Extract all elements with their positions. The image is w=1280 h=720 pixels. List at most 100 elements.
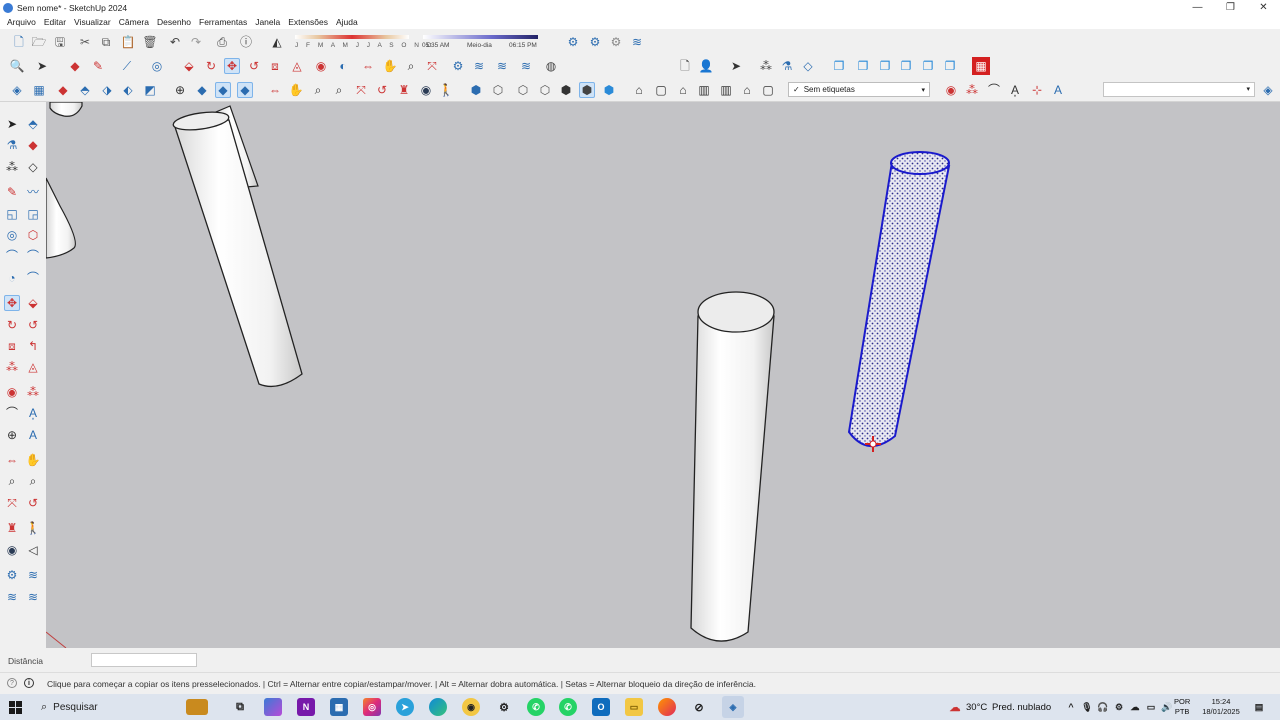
move-tool-icon[interactable]: ✥ xyxy=(4,295,20,311)
look-around-tool-icon[interactable]: ◉ xyxy=(4,542,20,558)
select-icon[interactable]: ➤ xyxy=(34,58,50,74)
geolocation-icon[interactable]: ? xyxy=(7,678,17,688)
layers-icon[interactable]: ≋ xyxy=(629,34,645,50)
layers-2-icon[interactable]: ≋ xyxy=(471,58,487,74)
time-slider[interactable] xyxy=(423,35,538,39)
followme-tool-icon[interactable]: ↺ xyxy=(25,317,41,333)
user-icon[interactable]: 👤 xyxy=(698,58,714,74)
language-indicator[interactable]: POR PTB xyxy=(1174,697,1190,717)
share-model-icon[interactable]: ⚙ xyxy=(608,34,624,50)
iso-view-icon[interactable]: ◈ xyxy=(9,82,25,98)
tray-5-icon[interactable]: ❐ xyxy=(920,58,936,74)
hidden-line-icon[interactable]: ⬡ xyxy=(537,82,553,98)
section-plane-icon[interactable]: ◁ xyxy=(25,542,41,558)
eraser-2-icon[interactable]: ◇ xyxy=(800,58,816,74)
pie-icon[interactable]: ◔ xyxy=(4,270,20,286)
text-icon[interactable]: A͎ xyxy=(1007,82,1023,98)
style-icon[interactable]: ◈ xyxy=(1260,82,1276,98)
shadow-settings[interactable]: J F M A M J J A S O N D 05:35 AM Meio-di… xyxy=(293,33,543,51)
section-fill-icon[interactable]: ◆ xyxy=(215,82,231,98)
menu-visualizar[interactable]: Visualizar xyxy=(70,17,115,27)
profile-icon[interactable]: ◍ xyxy=(543,58,559,74)
walk-tool-icon[interactable]: 🚶 xyxy=(25,520,41,536)
telegram-icon[interactable]: ➤ xyxy=(396,698,414,716)
open-icon[interactable]: 🗁 xyxy=(31,34,47,50)
cylinder-partial-top[interactable] xyxy=(49,102,83,117)
line-tool-icon[interactable]: ✎ xyxy=(4,184,20,200)
scale-icon[interactable]: ⧈ xyxy=(267,58,283,74)
copilot-icon[interactable] xyxy=(264,698,282,716)
top-house-icon[interactable]: ▢ xyxy=(653,82,669,98)
zoom-extents-tool-icon[interactable]: ⤧ xyxy=(4,495,20,511)
tray-4-icon[interactable]: ❐ xyxy=(898,58,914,74)
zoom-extents-icon[interactable]: ⤧ xyxy=(424,58,440,74)
orbit-2-icon[interactable]: ⇔ xyxy=(267,82,283,98)
edge-icon[interactable] xyxy=(429,698,447,716)
info-icon[interactable]: i xyxy=(24,678,34,688)
orbit-tool-icon[interactable]: ⊕ xyxy=(4,427,20,443)
back-house-icon[interactable]: ▥ xyxy=(718,82,734,98)
tag-selector[interactable]: ✓ Sem etiquetas ▾ xyxy=(788,82,930,97)
warehouse-tool-icon[interactable]: ⚙ xyxy=(4,567,20,583)
layout-tool-icon[interactable]: ≋ xyxy=(25,589,41,605)
warehouse-icon[interactable]: ⚙ xyxy=(565,34,581,50)
polygon-icon[interactable]: ⬡ xyxy=(25,227,41,243)
tape-2-icon[interactable]: ◉ xyxy=(943,82,959,98)
save-icon[interactable]: 🖫 xyxy=(52,34,68,50)
warehouse-2-icon[interactable]: ⚙ xyxy=(450,58,466,74)
close-button[interactable]: ✕ xyxy=(1247,0,1280,15)
back-view-icon[interactable]: ⬗ xyxy=(99,82,115,98)
zoom-tool-2-icon[interactable]: ⌕ xyxy=(4,473,20,489)
tape-tool-icon[interactable]: ⁂ xyxy=(4,359,20,375)
tray-2-icon[interactable]: ❐ xyxy=(855,58,871,74)
tool-icon[interactable]: ⊘ xyxy=(690,698,708,716)
new-file-icon[interactable]: 🗋 xyxy=(11,34,27,50)
file-explorer-icon[interactable]: ▭ xyxy=(625,698,643,716)
circle-tool-icon[interactable]: ◎ xyxy=(4,227,20,243)
wireframe-icon[interactable]: ⬡ xyxy=(515,82,531,98)
front-view-icon[interactable]: ◆ xyxy=(55,82,71,98)
layers-3-icon[interactable]: ≋ xyxy=(494,58,510,74)
position-camera-tool-icon[interactable]: ♜ xyxy=(4,520,20,536)
previous-view-icon[interactable]: ↺ xyxy=(25,495,41,511)
pushpull-icon[interactable]: ⬙ xyxy=(181,58,197,74)
cylinder-selected[interactable] xyxy=(847,151,951,452)
zoom-window-icon[interactable]: ⌕ xyxy=(331,82,347,98)
bottom-view-icon[interactable]: ◩ xyxy=(142,82,158,98)
protractor-tool-icon[interactable]: ◉ xyxy=(4,384,20,400)
shaded-textures-icon[interactable]: ⬢ xyxy=(579,82,595,98)
component-icon[interactable]: ⁂ xyxy=(758,58,774,74)
menu-editar[interactable]: Editar xyxy=(40,17,70,27)
menu-extensoes[interactable]: Extensões xyxy=(284,17,332,27)
cut-icon[interactable]: ✂ xyxy=(77,34,93,50)
position-camera-icon[interactable]: ♜ xyxy=(396,82,412,98)
taskbar-search[interactable]: ⌕ Pesquisar xyxy=(32,696,172,718)
notifications-icon[interactable]: ▤ xyxy=(1250,698,1268,716)
arc-icon[interactable]: ⌒ xyxy=(4,248,20,264)
redo-icon[interactable]: ↷ xyxy=(188,34,204,50)
left-house-icon[interactable]: ⌂ xyxy=(739,82,755,98)
menu-arquivo[interactable]: Arquivo xyxy=(3,17,40,27)
model-canvas[interactable] xyxy=(46,102,1280,648)
zoom-extents-2-icon[interactable]: ⤧ xyxy=(353,82,369,98)
tape-icon[interactable]: ◉ xyxy=(313,58,329,74)
extension-icon[interactable]: ≋ xyxy=(4,589,20,605)
instagram-icon[interactable]: ◎ xyxy=(363,698,381,716)
left-view-icon[interactable]: ⬖ xyxy=(120,82,136,98)
monochrome-icon[interactable]: ⬢ xyxy=(601,82,617,98)
top-view-icon[interactable]: ▦ xyxy=(31,82,47,98)
orbit-icon[interactable]: ⇔ xyxy=(360,58,376,74)
menu-camera[interactable]: Câmera xyxy=(115,17,153,27)
bottom-house-icon[interactable]: ▢ xyxy=(760,82,776,98)
component-tool-icon[interactable]: ⬘ xyxy=(25,116,41,132)
whatsapp-2-icon[interactable]: ✆ xyxy=(559,698,577,716)
3dtext-icon[interactable]: A xyxy=(1050,82,1066,98)
paste-icon[interactable]: 📋 xyxy=(120,34,136,50)
previous-icon[interactable]: ↺ xyxy=(374,82,390,98)
select-2-icon[interactable]: ➤ xyxy=(728,58,744,74)
pan-icon[interactable]: ✋ xyxy=(382,58,398,74)
paint-icon[interactable]: ⚗ xyxy=(779,58,795,74)
pencil-icon[interactable]: ✎ xyxy=(90,58,106,74)
outlook-icon[interactable]: O xyxy=(592,698,610,716)
erase-icon[interactable]: 🗑 xyxy=(142,34,158,50)
